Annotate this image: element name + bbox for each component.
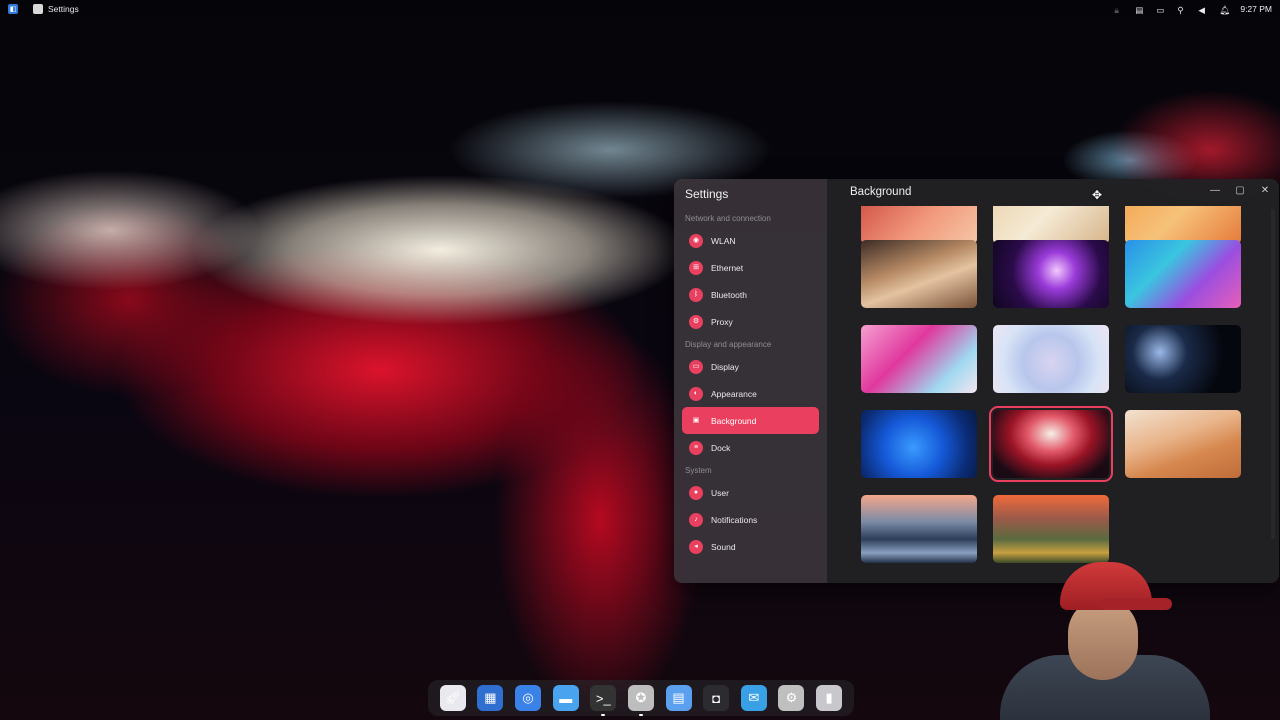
- wallpaper-thumbnail[interactable]: [861, 240, 977, 308]
- display-icon: ▭: [689, 359, 703, 374]
- running-indicator: [601, 714, 606, 716]
- sidebar-item-bluetooth[interactable]: ᛒ Bluetooth: [682, 281, 819, 308]
- file-manager-icon[interactable]: ▬: [552, 685, 579, 711]
- sidebar-item-label: Dock: [711, 442, 731, 453]
- wallpaper-thumbnail[interactable]: [1125, 206, 1241, 244]
- calendar-icon[interactable]: ▤: [665, 685, 692, 711]
- sidebar-item-label: WLAN: [711, 235, 736, 246]
- running-indicator: [638, 714, 643, 716]
- sidebar-item-label: Display: [711, 361, 739, 372]
- wallpaper-thumbnail[interactable]: [993, 206, 1109, 244]
- browser-icon[interactable]: ◎: [515, 685, 542, 711]
- webcam-overlay: [980, 560, 1230, 720]
- sidebar-item-label: Proxy: [711, 316, 733, 327]
- sidebar-item-label: Background: [711, 415, 757, 426]
- sidebar-item-dock[interactable]: ≡ Dock: [682, 434, 819, 461]
- sidebar-item-display[interactable]: ▭ Display: [682, 353, 819, 380]
- settings-sidebar: Settings Network and connection ◉ WLAN ⊞ Eth…: [674, 179, 827, 583]
- bell-icon: ♪: [689, 512, 703, 527]
- terminal-icon[interactable]: >_: [590, 685, 617, 716]
- webcam-face: [1068, 598, 1138, 680]
- webcam-cap-brim: [1100, 598, 1172, 610]
- launcher-icon[interactable]: 🚀︎: [439, 685, 466, 711]
- palette-icon: ◐: [689, 386, 703, 401]
- ethernet-icon: ⊞: [689, 260, 703, 275]
- sidebar-item-wlan[interactable]: ◉ WLAN: [682, 227, 819, 254]
- sidebar-item-label: Appearance: [711, 388, 757, 399]
- sidebar-item-label: Notifications: [711, 514, 758, 525]
- settings-icon[interactable]: ⚙: [778, 685, 805, 711]
- wallpaper-thumbnail[interactable]: [861, 325, 977, 393]
- search-icon[interactable]: ⚲: [1177, 5, 1186, 15]
- sidebar-item-sound[interactable]: ◂ Sound: [682, 533, 819, 560]
- trash-icon[interactable]: ▮: [816, 685, 843, 711]
- launcher-icon[interactable]: ◧: [8, 4, 18, 14]
- window-controls: — ▢ ✕: [1205, 183, 1275, 197]
- page-title: Background: [850, 186, 912, 198]
- sidebar-group-label: Network and connection: [685, 214, 771, 223]
- sidebar-item-user[interactable]: ● User: [682, 479, 819, 506]
- volume-icon[interactable]: ◀: [1198, 5, 1207, 15]
- storage-icon[interactable]: ▤: [1135, 5, 1144, 15]
- sidebar-title: Settings: [685, 187, 729, 201]
- user-icon: ●: [689, 485, 703, 500]
- wallpaper-thumbnail[interactable]: [1125, 325, 1241, 393]
- minimize-icon[interactable]: —: [1205, 183, 1225, 197]
- clock[interactable]: 9:27 PM: [1240, 4, 1272, 14]
- wallpaper-thumbnail[interactable]: [989, 406, 1113, 482]
- bluetooth-icon: ᛒ: [689, 287, 703, 302]
- sidebar-item-proxy[interactable]: ⚙ Proxy: [682, 308, 819, 335]
- wallpaper-thumbnail[interactable]: [861, 495, 977, 563]
- sidebar-item-background[interactable]: ▣ Background: [682, 407, 819, 434]
- settings-content: Background — ▢ ✕: [827, 179, 1279, 583]
- scrollbar[interactable]: [1271, 209, 1275, 539]
- speaker-icon: ◂: [689, 539, 703, 554]
- settings-nav: Network and connection ◉ WLAN ⊞ Ethernet ᛒ Blu…: [682, 209, 819, 560]
- dock-icon: ≡: [689, 440, 703, 455]
- proxy-icon: ⚙: [689, 314, 703, 329]
- lock-icon[interactable]: 🔒︎: [1114, 5, 1123, 15]
- maximize-icon[interactable]: ▢: [1230, 183, 1250, 197]
- wallpaper-thumbnail[interactable]: [861, 206, 977, 244]
- move-cursor-icon: ✥: [1092, 188, 1103, 202]
- wallpaper-thumbnail[interactable]: [993, 325, 1109, 393]
- sidebar-item-notifications[interactable]: ♪ Notifications: [682, 506, 819, 533]
- wallpaper-thumbnail[interactable]: [993, 495, 1109, 563]
- close-icon[interactable]: ✕: [1255, 183, 1275, 197]
- wallpaper-thumbnail[interactable]: [861, 410, 977, 478]
- sidebar-group-label: Display and appearance: [685, 340, 772, 349]
- notification-bell-icon[interactable]: 🔔︎: [1219, 5, 1230, 15]
- screenshot-icon[interactable]: ◘: [703, 685, 730, 711]
- screen-icon[interactable]: ▭: [1156, 5, 1165, 15]
- sidebar-item-appearance[interactable]: ◐ Appearance: [682, 380, 819, 407]
- settings-app-icon: [33, 4, 43, 14]
- wifi-icon: ◉: [689, 233, 703, 248]
- top-panel: ◧ Settings 🔒︎ ▤ ▭ ⚲ ◀ 🔔︎ 9:27 PM: [0, 0, 1280, 18]
- multitask-view-icon[interactable]: ▦: [477, 685, 504, 711]
- sidebar-item-ethernet[interactable]: ⊞ Ethernet: [682, 254, 819, 281]
- image-icon: ▣: [692, 417, 700, 424]
- app-store-icon[interactable]: ✪: [627, 685, 654, 716]
- active-app-name: Settings: [48, 4, 79, 14]
- sidebar-item-label: User: [711, 487, 729, 498]
- wallpaper-grid: [861, 206, 1251, 583]
- sidebar-item-label: Ethernet: [711, 262, 744, 273]
- sidebar-item-label: Sound: [711, 541, 736, 552]
- mail-icon[interactable]: ✉: [740, 685, 767, 711]
- dock: 🚀︎ ▦ ◎ ▬ >_ ✪ ▤ ◘ ✉ ⚙ ▮: [428, 680, 854, 716]
- sidebar-item-label: Bluetooth: [711, 289, 747, 300]
- sidebar-group-label: System: [685, 466, 712, 475]
- wallpaper-thumbnail[interactable]: [1125, 410, 1241, 478]
- settings-window: Settings Network and connection ◉ WLAN ⊞ Eth…: [674, 179, 1279, 583]
- wallpaper-thumbnail[interactable]: [1125, 240, 1241, 308]
- wallpaper-thumbnail[interactable]: [993, 240, 1109, 308]
